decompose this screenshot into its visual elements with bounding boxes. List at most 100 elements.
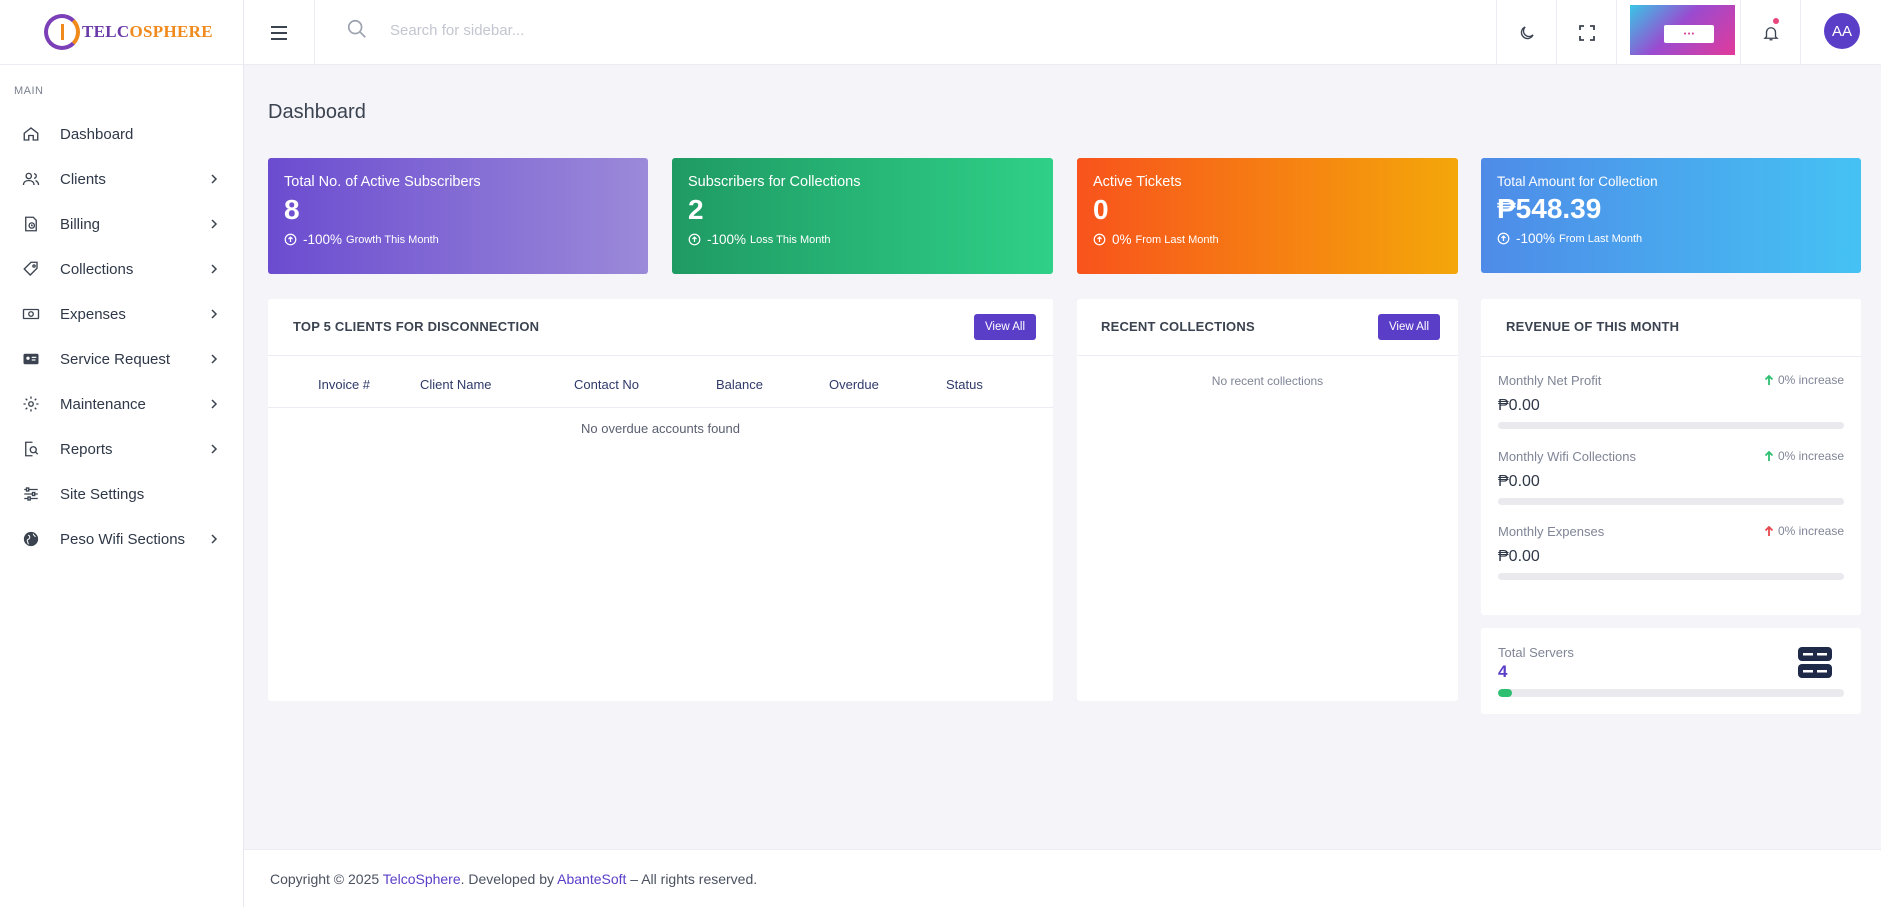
stat-label: Subscribers for Collections [688,174,861,190]
sidebar-item-service-request[interactable]: Service Request [0,337,243,382]
brand-logo[interactable]: TELCOSPHERE [0,0,243,65]
sidebar-item-label: Clients [60,171,106,188]
menu-icon [271,25,287,40]
stat-card-active-tickets: Active Tickets 0 0% From Last Month [1077,158,1458,274]
card-divider [268,355,1053,356]
card-divider [1077,355,1458,356]
chevron-right-icon [211,399,218,409]
logo-icon [44,14,80,50]
notifications-button[interactable] [1740,0,1800,65]
table-divider [268,407,1053,408]
avatar[interactable]: AA [1824,13,1860,49]
menu-toggle-button[interactable] [244,0,315,65]
column-header-invoice[interactable]: Invoice # [318,377,370,392]
servers-progress-bar [1498,689,1844,697]
servers-label: Total Servers [1498,645,1574,660]
recent-collections-card [1077,299,1458,701]
column-header-status[interactable]: Status [946,377,983,392]
stat-change: 0% [1112,232,1132,247]
revenue-row-wifi-collections: Monthly Wifi Collections 0% increase ₱0.… [1498,449,1844,509]
chevron-right-icon [211,444,218,454]
column-header-client-name[interactable]: Client Name [420,377,492,392]
sidebar-item-clients[interactable]: Clients [0,157,243,202]
chevron-right-icon [211,354,218,364]
page-title: Dashboard [268,101,366,123]
stat-card-total-amount: Total Amount for Collection ₱548.39 -100… [1481,158,1861,273]
stat-label: Active Tickets [1093,174,1182,190]
sidebar-item-site-settings[interactable]: Site Settings [0,472,243,517]
revenue-value: ₱0.00 [1498,397,1540,414]
sidebar: TELCOSPHERE MAIN Dashboard Clients Billi… [0,0,244,907]
view-all-collections-button[interactable]: View All [1378,314,1440,340]
sidebar-item-maintenance[interactable]: Maintenance [0,382,243,427]
footer-developer-link[interactable]: AbanteSoft [557,871,626,887]
sidebar-item-label: Collections [60,261,134,278]
sidebar-item-peso-wifi-sections[interactable]: Peso Wifi Sections [0,517,243,562]
chevron-right-icon [211,534,218,544]
stat-value: ₱548.39 [1497,193,1602,224]
search-input[interactable] [390,16,890,44]
arrow-circle-icon [688,233,701,246]
stat-value: 2 [688,194,704,225]
users-icon [22,172,40,186]
footer-developed-by: . Developed by [460,871,558,887]
sidebar-section-label: MAIN [14,85,44,97]
revenue-increase: 0% increase [1764,373,1844,387]
column-header-contact[interactable]: Contact No [574,377,639,392]
chevron-right-icon [211,219,218,229]
stat-label: Total Amount for Collection [1497,174,1658,189]
gear-icon [23,396,39,412]
revenue-title: REVENUE OF THIS MONTH [1506,319,1680,334]
sidebar-item-billing[interactable]: Billing [0,202,243,247]
promo-banner-image[interactable]: ♦ ♦ ♦ [1630,5,1735,55]
bell-icon [1762,26,1779,40]
stat-note: From Last Month [1135,233,1219,246]
revenue-row-net-profit: Monthly Net Profit 0% increase ₱0.00 [1498,373,1844,433]
id-card-icon [23,353,39,365]
sidebar-item-expenses[interactable]: Expenses [0,292,243,337]
empty-state-message: No overdue accounts found [581,421,740,436]
chevron-right-icon [211,309,218,319]
footer: Copyright © 2025 TelcoSphere. Developed … [244,849,1881,907]
arrow-circle-icon [1497,232,1510,245]
stat-value: 0 [1093,194,1109,225]
disconnection-card [268,299,1053,701]
sidebar-item-reports[interactable]: Reports [0,427,243,472]
stat-card-active-subscribers: Total No. of Active Subscribers 8 -100% G… [268,158,648,274]
footer-brand-link[interactable]: TelcoSphere [383,871,461,887]
fullscreen-button[interactable] [1556,0,1616,65]
chevron-right-icon [211,174,218,184]
servers-progress-fill [1498,689,1512,697]
column-header-balance[interactable]: Balance [716,377,763,392]
report-search-icon [25,441,39,457]
stat-value: 8 [284,194,300,225]
view-all-disconnection-button[interactable]: View All [974,314,1036,340]
arrow-up-icon [1764,374,1774,385]
arrow-up-icon [1764,450,1774,461]
fullscreen-icon [1578,24,1595,41]
notification-badge [1773,18,1779,24]
revenue-label: Monthly Expenses [1498,524,1605,539]
sidebar-item-label: Site Settings [60,486,145,503]
stat-note: Loss This Month [750,233,831,246]
revenue-label: Monthly Net Profit [1498,373,1602,388]
theme-toggle-button[interactable] [1496,0,1556,65]
revenue-value: ₱0.00 [1498,548,1540,565]
sidebar-item-label: Peso Wifi Sections [60,531,186,548]
stat-card-subscribers-collections: Subscribers for Collections 2 -100% Loss … [672,158,1053,274]
revenue-progress-bar [1498,498,1844,505]
chevron-right-icon [211,264,218,274]
arrow-circle-icon [1093,233,1106,246]
stat-change: -100% [707,232,747,247]
footer-rights: – All rights reserved. [626,871,758,887]
sidebar-item-collections[interactable]: Collections [0,247,243,292]
moon-icon [1520,25,1534,39]
column-header-overdue[interactable]: Overdue [829,377,879,392]
sidebar-item-label: Dashboard [60,126,134,143]
sidebar-item-dashboard[interactable]: Dashboard [0,112,243,157]
top-header: ♦ ♦ ♦ AA [244,0,1881,65]
recent-collections-title: RECENT COLLECTIONS [1101,319,1255,334]
servers-count: 4 [1498,662,1508,681]
arrow-circle-icon [284,233,297,246]
revenue-value: ₱0.00 [1498,473,1540,490]
